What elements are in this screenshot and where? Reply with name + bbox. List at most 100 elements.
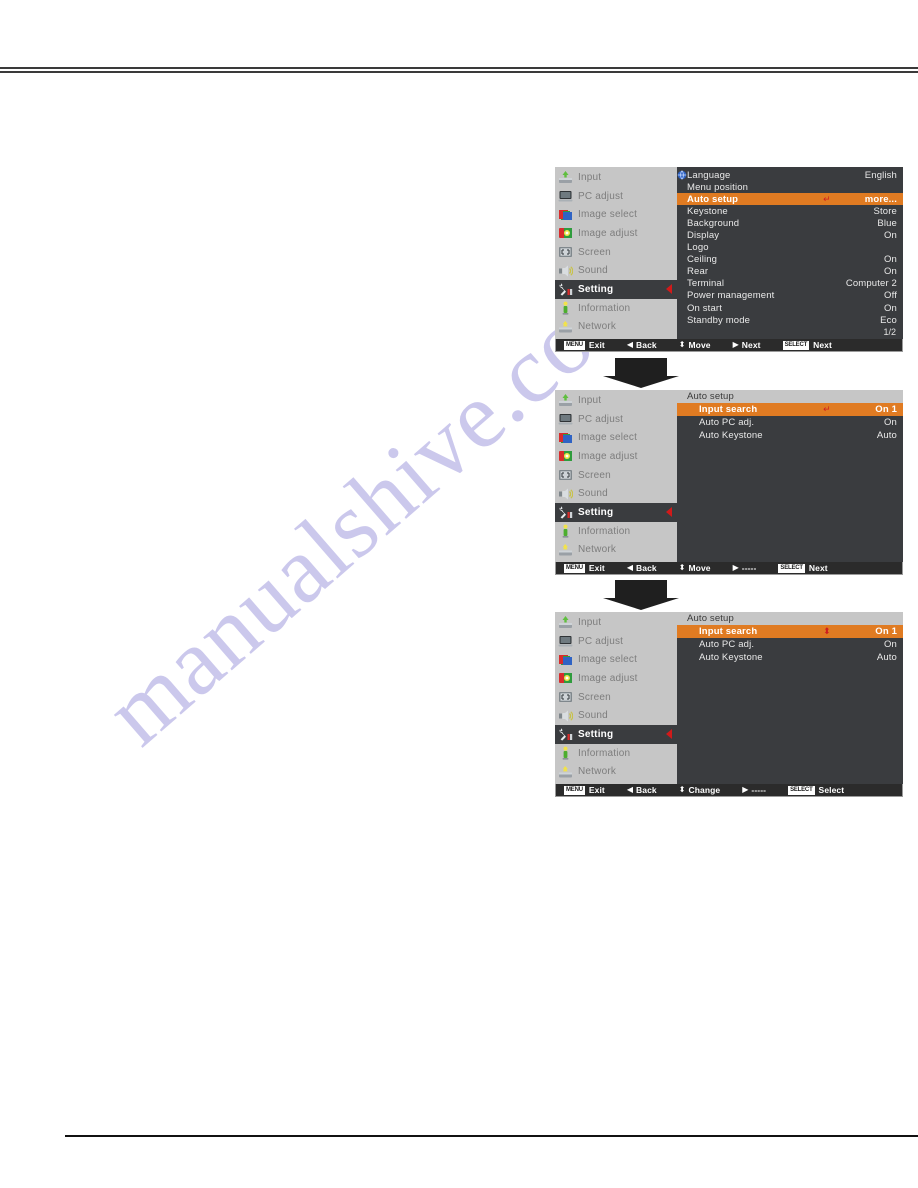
sidebar-item-network[interactable]: Network bbox=[555, 541, 677, 560]
menu-row-auto-pc-adj-[interactable]: Auto PC adj. On bbox=[677, 416, 903, 429]
sidebar-item-setting[interactable]: Setting bbox=[555, 280, 677, 299]
menu-row-label: Keystone bbox=[687, 205, 728, 217]
pane-title: Auto setup bbox=[677, 390, 903, 403]
menu-row-auto-setup[interactable]: Auto setup ↵ more... bbox=[677, 193, 903, 206]
menu-row-standby-mode[interactable]: Standby mode Eco bbox=[677, 314, 903, 326]
down-arrow-icon bbox=[603, 580, 679, 610]
menu-row-input-search[interactable]: Input search ↵ On 1 bbox=[670, 403, 903, 416]
sidebar-item-screen[interactable]: Screen bbox=[555, 243, 677, 262]
menu-row-label: Display bbox=[687, 230, 720, 242]
footer-hint-label: Next bbox=[741, 340, 761, 350]
footer-hint-label: Exit bbox=[588, 563, 605, 573]
sidebar-item-label: Screen bbox=[578, 469, 611, 481]
footer-hint-next[interactable]: SELECT Next bbox=[782, 340, 832, 350]
sidebar-item-setting[interactable]: Setting bbox=[555, 725, 677, 744]
sidebar-item-network[interactable]: Network bbox=[555, 763, 677, 782]
footer-hint-move[interactable]: ⬍ Move bbox=[679, 340, 711, 350]
sidebar-item-information[interactable]: Information bbox=[555, 522, 677, 541]
menu-row-auto-keystone[interactable]: Auto Keystone Auto bbox=[677, 429, 903, 442]
sidebar-item-image-adjust[interactable]: Image adjust bbox=[555, 224, 677, 243]
menu-row-on-start[interactable]: On start On bbox=[677, 302, 903, 314]
footer-hint-next[interactable]: ▶ Next bbox=[733, 340, 761, 350]
sidebar-item-sound[interactable]: Sound bbox=[555, 484, 677, 503]
menu-row-logo[interactable]: Logo bbox=[677, 242, 903, 254]
footer-hint-label: ----- bbox=[751, 785, 767, 795]
sidebar-item-image-select[interactable]: Image select bbox=[555, 650, 677, 669]
sidebar-item-pc-adjust[interactable]: PC adjust bbox=[555, 632, 677, 651]
menu-row-auto-keystone[interactable]: Auto Keystone Auto bbox=[677, 651, 903, 664]
footer-hint-exit[interactable]: MENU Exit bbox=[564, 340, 605, 350]
menu-row-background[interactable]: Background Blue bbox=[677, 217, 903, 229]
footer-hint-label: Next bbox=[813, 340, 832, 350]
menu-row-display[interactable]: Display On bbox=[677, 229, 903, 241]
sidebar-item-image-select[interactable]: Image select bbox=[555, 205, 677, 224]
image-select-icon bbox=[558, 431, 573, 445]
updown-arrow-icon: ⬍ bbox=[678, 563, 686, 572]
footer-hint-exit[interactable]: MENU Exit bbox=[564, 563, 605, 573]
sidebar-item-image-select[interactable]: Image select bbox=[555, 428, 677, 447]
network-icon bbox=[558, 765, 573, 779]
menu-row-auto-pc-adj-[interactable]: Auto PC adj. On bbox=[677, 638, 903, 651]
sidebar-item-pc-adjust[interactable]: PC adjust bbox=[555, 187, 677, 206]
flow-arrow-2 bbox=[603, 580, 685, 610]
footer-hint--[interactable]: ▶ ----- bbox=[733, 563, 757, 573]
menu-row-ceiling[interactable]: Ceiling On bbox=[677, 254, 903, 266]
network-icon bbox=[558, 320, 573, 334]
setting-pane: Language English Menu position Auto setup ↵ m… bbox=[677, 167, 903, 339]
image-adjust-icon bbox=[558, 226, 573, 240]
updown-arrow-icon: ⬍ bbox=[678, 340, 686, 349]
sidebar-item-screen[interactable]: Screen bbox=[555, 688, 677, 707]
pc-adjust-icon bbox=[558, 412, 573, 426]
pane-title: Auto setup bbox=[677, 612, 903, 625]
sidebar-item-input[interactable]: Input bbox=[555, 168, 677, 187]
right-arrow-icon: ▶ bbox=[732, 340, 739, 349]
menu-row-input-search[interactable]: Input search ⬍ On 1 bbox=[670, 625, 903, 638]
sidebar-item-input[interactable]: Input bbox=[555, 391, 677, 410]
sidebar-item-label: PC adjust bbox=[578, 413, 624, 425]
sidebar-item-sound[interactable]: Sound bbox=[555, 706, 677, 725]
footer-hint-next[interactable]: SELECT Next bbox=[778, 563, 828, 573]
footer-hint-move[interactable]: ⬍ Move bbox=[679, 563, 711, 573]
down-arrow-icon bbox=[603, 358, 679, 388]
network-icon bbox=[558, 543, 573, 557]
sidebar-item-screen[interactable]: Screen bbox=[555, 466, 677, 485]
menu-row-rear[interactable]: Rear On bbox=[677, 266, 903, 278]
footer-hint-exit[interactable]: MENU Exit bbox=[564, 785, 605, 795]
sidebar-item-pc-adjust[interactable]: PC adjust bbox=[555, 410, 677, 429]
osd-body: Input PC adjust Image select Image adjust Sc… bbox=[555, 390, 903, 562]
sidebar-item-input[interactable]: Input bbox=[555, 613, 677, 632]
menu-row-value: On bbox=[884, 639, 897, 650]
page-rule-top-upper bbox=[0, 67, 918, 69]
screen-icon bbox=[558, 468, 573, 482]
menu-row-menu-position[interactable]: Menu position bbox=[677, 181, 903, 193]
menu-row-value: more... bbox=[864, 193, 897, 205]
sidebar-item-image-adjust[interactable]: Image adjust bbox=[555, 447, 677, 466]
sidebar-item-setting[interactable]: Setting bbox=[555, 503, 677, 522]
menu-row-language[interactable]: Language English bbox=[677, 169, 903, 181]
menu-row-value: Computer 2 bbox=[845, 278, 897, 290]
menu-row-power-management[interactable]: Power management Off bbox=[677, 290, 903, 302]
footer-hint-back[interactable]: ◀ Back bbox=[627, 340, 657, 350]
screen-icon bbox=[558, 690, 573, 704]
sidebar-item-information[interactable]: Information bbox=[555, 299, 677, 318]
sidebar-item-label: Image adjust bbox=[578, 227, 638, 239]
footer-hint-select[interactable]: SELECT Select bbox=[788, 785, 844, 795]
footer-hint--[interactable]: ▶ ----- bbox=[742, 785, 766, 795]
pc-adjust-icon bbox=[558, 634, 573, 648]
sidebar-item-label: Sound bbox=[578, 710, 608, 722]
sidebar-item-label: Image select bbox=[578, 209, 638, 221]
menu-row-keystone[interactable]: Keystone Store bbox=[677, 205, 903, 217]
footer-hint-back[interactable]: ◀ Back bbox=[627, 563, 657, 573]
select-key-icon: SELECT bbox=[778, 563, 805, 573]
menu-row-label: Ceiling bbox=[687, 254, 718, 266]
sidebar-item-image-adjust[interactable]: Image adjust bbox=[555, 669, 677, 688]
footer-hint-back[interactable]: ◀ Back bbox=[627, 785, 657, 795]
pc-adjust-icon bbox=[558, 189, 573, 203]
autosetup-rows: Input search ↵ On 1 Auto PC adj. On Auto Keys… bbox=[670, 403, 903, 442]
sidebar-item-sound[interactable]: Sound bbox=[555, 261, 677, 280]
page-rule-bottom bbox=[65, 1135, 918, 1137]
sidebar-item-information[interactable]: Information bbox=[555, 744, 677, 763]
footer-hint-change[interactable]: ⬍ Change bbox=[679, 785, 720, 795]
sidebar-item-network[interactable]: Network bbox=[555, 318, 677, 337]
menu-row-terminal[interactable]: Terminal Computer 2 bbox=[677, 278, 903, 290]
